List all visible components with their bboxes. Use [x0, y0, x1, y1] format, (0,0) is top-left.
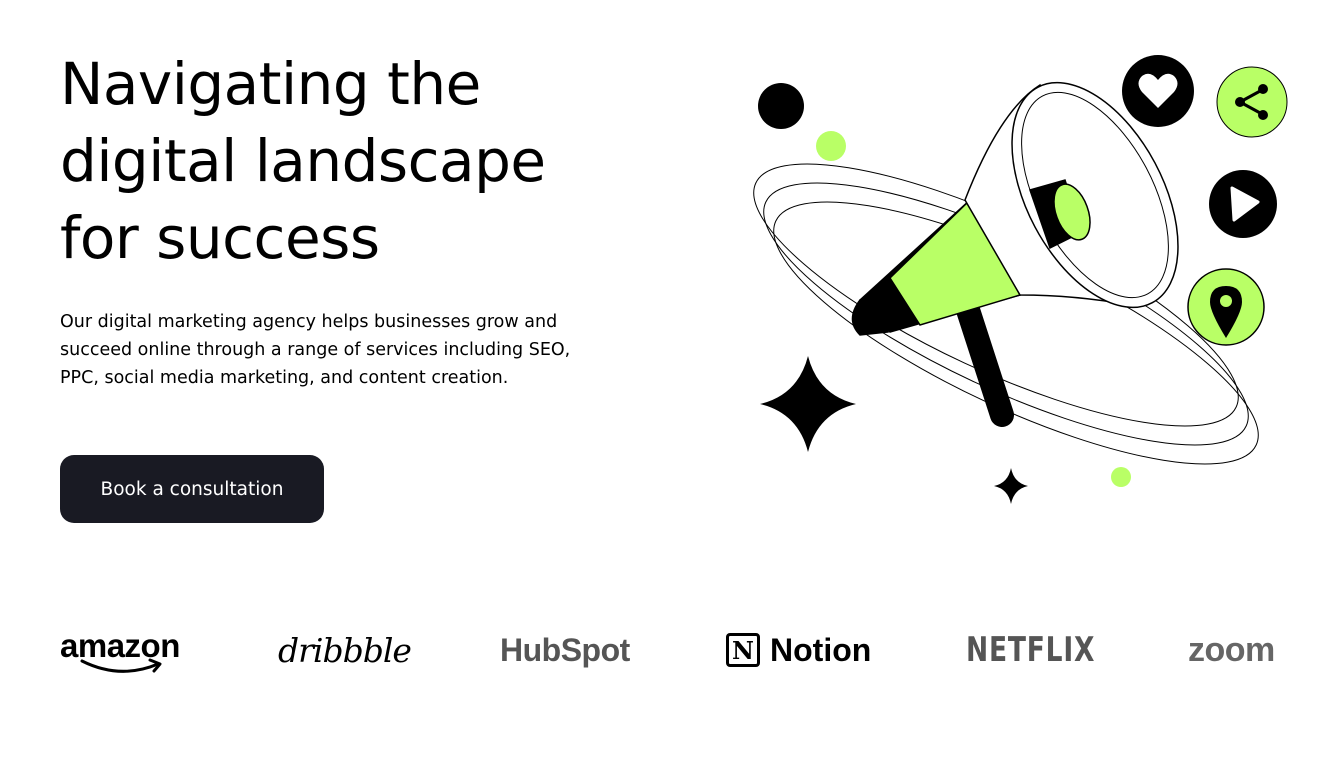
notion-logo-text: Notion	[770, 631, 872, 668]
dribbble-logo: dribbble	[278, 630, 412, 670]
hubspot-logo: HubSpot	[500, 631, 630, 668]
share-icon	[1216, 66, 1288, 138]
location-pin-icon	[1187, 268, 1265, 346]
heart-icon	[1122, 55, 1194, 127]
megaphone-illustration	[720, 50, 1300, 520]
notion-logo: N Notion	[726, 620, 871, 680]
sparkle-icon	[760, 356, 856, 452]
netflix-logo: NETFLIX	[966, 630, 1096, 670]
notion-mark-icon: N	[726, 633, 760, 667]
hero-description: Our digital marketing agency helps busin…	[60, 312, 571, 388]
green-dot-small	[1111, 467, 1131, 487]
play-icon	[1209, 170, 1277, 238]
sparkle-icon-small	[994, 468, 1028, 504]
zoom-logo: zoom	[1188, 630, 1275, 669]
hero-title-line: Navigating the	[60, 50, 481, 118]
hero-title-line: digital landscape	[60, 127, 546, 195]
black-dot	[758, 83, 804, 129]
green-dot	[816, 131, 846, 161]
hero-title-line: for success	[60, 204, 380, 272]
client-logos: amazon dribbble HubSpot N Notion NETFLIX…	[0, 620, 1322, 680]
book-consultation-button[interactable]: Book a consultation	[60, 455, 324, 523]
amazon-logo: amazon	[60, 620, 180, 680]
amazon-smile-icon	[80, 658, 162, 673]
hero-title: Navigating the digital landscape for suc…	[60, 46, 660, 277]
